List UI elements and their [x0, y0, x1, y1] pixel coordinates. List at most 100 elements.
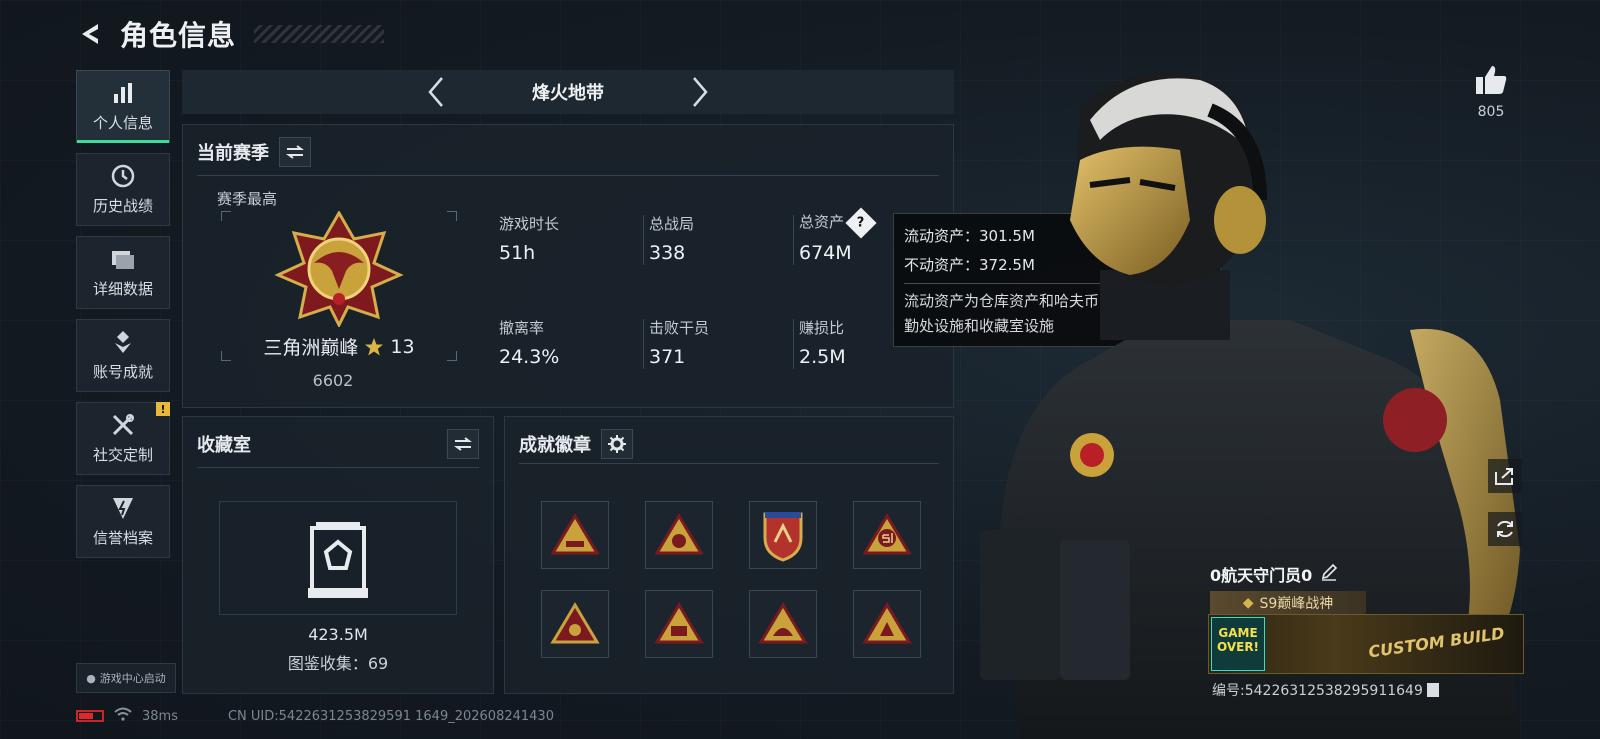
folder-icon	[110, 246, 136, 272]
edit-name-button[interactable]	[1320, 563, 1338, 585]
swap-icon	[286, 145, 304, 159]
qq-icon: ●	[86, 671, 96, 685]
badge-grid	[541, 501, 921, 658]
badge-item[interactable]	[853, 501, 921, 569]
stat-kills: 击败干员 371	[649, 317, 709, 368]
stat-label: 总资产?	[799, 206, 877, 239]
stat-label: 总战局	[649, 215, 695, 233]
like-count: 805	[1477, 104, 1505, 120]
stat-label: 击败干员	[649, 319, 710, 337]
title-decoration	[254, 25, 385, 43]
display-case-icon	[308, 522, 368, 598]
banner-custom-build: CUSTOM BUILD	[1367, 623, 1506, 662]
sidebar-item-history[interactable]: 历史战绩	[76, 153, 170, 226]
warning-badge: !	[156, 402, 170, 416]
sidebar-item-label: 详细数据	[92, 280, 153, 298]
gear-icon	[608, 435, 626, 453]
sidebar-item-details[interactable]: 详细数据	[76, 236, 170, 309]
divider	[519, 463, 939, 464]
corner-bracket	[221, 211, 231, 221]
badge-item[interactable]	[645, 501, 713, 569]
player-name: 0航天守门员0	[1210, 566, 1313, 585]
player-title-tag: ◆ S9巅峰战神	[1210, 591, 1366, 615]
sidebar-item-achievements[interactable]: 账号成就	[76, 319, 170, 392]
page-title: 角色信息	[120, 19, 237, 52]
like-button[interactable]: 805	[1474, 64, 1508, 120]
rank-name: 三角洲巅峰	[263, 337, 359, 359]
bar-chart-icon	[110, 80, 136, 106]
rank-stars: 13	[390, 335, 415, 358]
divider	[197, 467, 479, 468]
divider	[643, 319, 644, 369]
battery-icon	[76, 710, 104, 722]
game-center-label: 游戏中心启动	[99, 672, 166, 685]
prev-mode-button[interactable]	[424, 74, 448, 110]
game-center-launch-button[interactable]: ● 游戏中心启动	[76, 663, 176, 693]
stat-extract-rate: 撤离率 24.3%	[499, 317, 559, 368]
sidebar-item-credit[interactable]: 信誉档案	[76, 485, 170, 558]
mode-title: 烽火地带	[532, 83, 604, 104]
mode-selector: 烽火地带	[182, 70, 954, 114]
player-title-text: S9巅峰战神	[1259, 596, 1334, 612]
badge-item[interactable]	[541, 590, 609, 658]
copy-icon[interactable]	[1426, 683, 1439, 697]
star-icon	[365, 337, 384, 355]
status-bar: 38ms CN UID:5422631253829591 1649_202608…	[76, 707, 554, 725]
player-name-row: 0航天守门员0	[1210, 562, 1338, 586]
player-banner[interactable]: GAME OVER! CUSTOM BUILD	[1208, 614, 1524, 674]
medal-icon	[110, 329, 136, 355]
sidebar: 个人信息 历史战绩 详细数据 账号成就 ! 社交定制 信誉档案	[76, 70, 170, 558]
stat-total-assets: 总资产? 674M	[799, 206, 877, 264]
rank-emblem-icon	[274, 211, 404, 327]
collection-title: 收藏室	[197, 435, 251, 456]
stat-label: 撤离率	[499, 319, 545, 337]
season-panel-title: 当前赛季	[197, 143, 269, 164]
divider	[793, 319, 794, 369]
stat-value: 674M	[799, 241, 852, 264]
rank-score: 6602	[312, 371, 354, 390]
stat-value: 51h	[499, 242, 536, 264]
ping-text: 38ms	[142, 708, 178, 724]
triangle-badge-icon	[654, 513, 704, 555]
stat-value: 338	[649, 242, 686, 264]
collection-preview[interactable]	[219, 501, 457, 615]
tools-icon	[110, 412, 136, 438]
serial-text: 编号:54226312538295911649	[1212, 683, 1423, 699]
sidebar-item-label: 历史战绩	[92, 197, 153, 215]
collection-swap-button[interactable]	[447, 429, 479, 459]
sidebar-item-social[interactable]: ! 社交定制	[76, 402, 170, 475]
divider	[197, 175, 939, 176]
triangle-badge-icon	[550, 602, 600, 644]
badge-item[interactable]	[749, 501, 817, 569]
season-panel-header: 当前赛季	[197, 137, 311, 167]
thumbs-up-icon	[1476, 66, 1507, 94]
sidebar-item-profile[interactable]: 个人信息	[76, 70, 170, 143]
back-arrow-icon[interactable]	[76, 19, 106, 49]
stat-play-time: 游戏时长 51h	[499, 213, 559, 264]
player-serial: 编号:54226312538295911649	[1212, 680, 1439, 700]
next-mode-button[interactable]	[688, 74, 712, 110]
help-icon[interactable]: ?	[845, 206, 877, 239]
badge-item[interactable]	[749, 590, 817, 658]
season-swap-button[interactable]	[279, 137, 311, 167]
stat-profit-ratio: 赚损比 2.5M	[799, 317, 846, 368]
triangle-badge-icon	[758, 602, 808, 644]
badge-item[interactable]	[645, 590, 713, 658]
sidebar-item-label: 账号成就	[92, 363, 153, 381]
sidebar-item-label: 信誉档案	[92, 529, 153, 547]
corner-bracket	[447, 211, 457, 221]
rank-mini-icon: ◆	[1242, 595, 1254, 611]
badge-item[interactable]	[541, 501, 609, 569]
stat-value: 371	[649, 346, 686, 368]
collection-header: 收藏室	[197, 429, 479, 459]
share-button[interactable]	[1488, 459, 1522, 493]
refresh-icon	[1497, 520, 1513, 538]
divider	[643, 215, 644, 265]
shield-bolt-icon	[110, 495, 136, 521]
s1-badge-icon	[862, 513, 912, 555]
triangle-badge-icon	[550, 513, 600, 555]
stat-value: 24.3%	[499, 346, 560, 368]
badges-settings-button[interactable]	[601, 429, 633, 459]
refresh-button[interactable]	[1488, 512, 1522, 546]
badge-item[interactable]	[853, 590, 921, 658]
